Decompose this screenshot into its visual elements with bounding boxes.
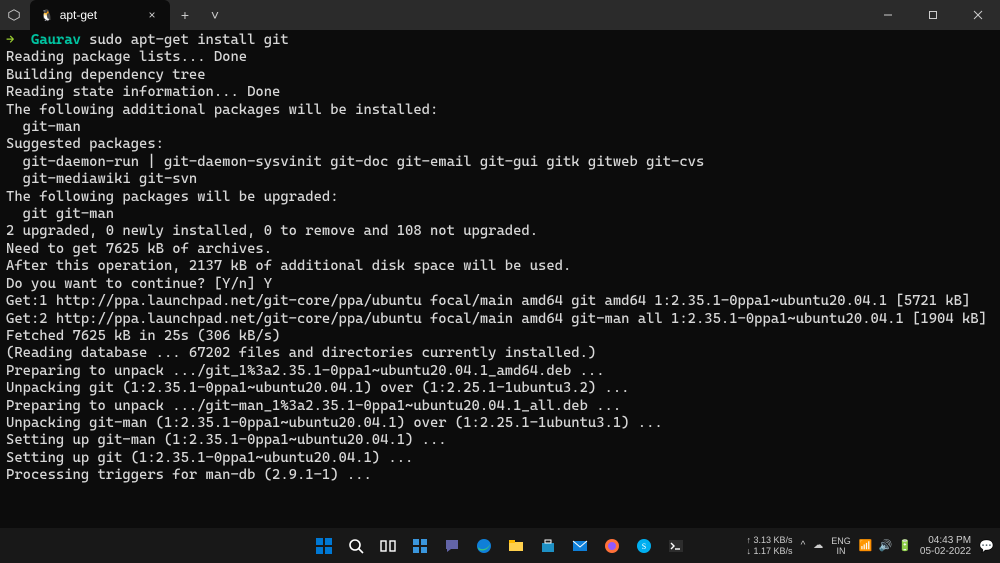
new-tab-button[interactable]: + [170, 0, 200, 30]
window-titlebar: 🐧 apt-get × + ˅ [0, 0, 1000, 30]
start-button[interactable] [310, 532, 338, 560]
terminal-viewport[interactable]: → Gaurav sudo apt-get install git Readin… [0, 30, 1000, 528]
date-text: 05-02-2022 [920, 546, 971, 557]
onedrive-icon[interactable]: ☁ [813, 540, 823, 551]
firefox-icon[interactable] [598, 532, 626, 560]
lang-top: ENG [831, 536, 851, 546]
tab-title: apt-get [60, 8, 138, 22]
prompt-arrow: → [6, 32, 31, 48]
clock[interactable]: 04:43 PM 05-02-2022 [920, 535, 971, 557]
window-controls [865, 0, 1000, 30]
language-indicator[interactable]: ENG IN [831, 536, 851, 556]
file-explorer-icon[interactable] [502, 532, 530, 560]
widgets-icon[interactable] [406, 532, 434, 560]
titlebar-left: 🐧 apt-get × + ˅ [0, 0, 230, 30]
prompt-user: Gaurav [31, 32, 89, 48]
skype-icon[interactable]: S [630, 532, 658, 560]
close-window-button[interactable] [955, 0, 1000, 30]
task-view-icon[interactable] [374, 532, 402, 560]
maximize-button[interactable] [910, 0, 955, 30]
system-tray: 📶 🔊 🔋 [859, 539, 912, 552]
minimize-button[interactable] [865, 0, 910, 30]
tab-dropdown-button[interactable]: ˅ [200, 0, 230, 30]
search-icon[interactable] [342, 532, 370, 560]
terminal-icon[interactable] [662, 532, 690, 560]
taskbar-right: ↑ 3.13 KB/s ↓ 1.17 KB/s ^ ☁ ENG IN 📶 🔊 🔋… [747, 528, 994, 563]
volume-icon[interactable]: 🔊 [878, 539, 892, 552]
wifi-icon[interactable]: 📶 [859, 539, 873, 552]
network-speed[interactable]: ↑ 3.13 KB/s ↓ 1.17 KB/s [747, 535, 793, 557]
time-text: 04:43 PM [928, 535, 971, 546]
windows-taskbar: S ↑ 3.13 KB/s ↓ 1.17 KB/s ^ ☁ ENG IN 📶 🔊… [0, 528, 1000, 563]
app-menu-icon[interactable] [0, 0, 28, 30]
tab-close-button[interactable]: × [144, 7, 160, 23]
tray-chevron-icon[interactable]: ^ [801, 540, 806, 551]
net-up: ↑ 3.13 KB/s [747, 535, 793, 546]
tab-apt-get[interactable]: 🐧 apt-get × [30, 0, 170, 30]
chat-icon[interactable] [438, 532, 466, 560]
penguin-icon: 🐧 [40, 9, 54, 22]
lang-bottom: IN [837, 546, 846, 556]
store-icon[interactable] [534, 532, 562, 560]
edge-icon[interactable] [470, 532, 498, 560]
command-text: sudo apt-get install git [89, 32, 289, 48]
battery-icon[interactable]: 🔋 [898, 539, 912, 552]
net-down: ↓ 1.17 KB/s [747, 546, 793, 557]
taskbar-center: S [310, 532, 690, 560]
mail-icon[interactable] [566, 532, 594, 560]
svg-text:S: S [642, 542, 646, 551]
notifications-icon[interactable]: 💬 [979, 539, 994, 553]
terminal-output: Reading package lists... Done Building d… [6, 49, 987, 483]
